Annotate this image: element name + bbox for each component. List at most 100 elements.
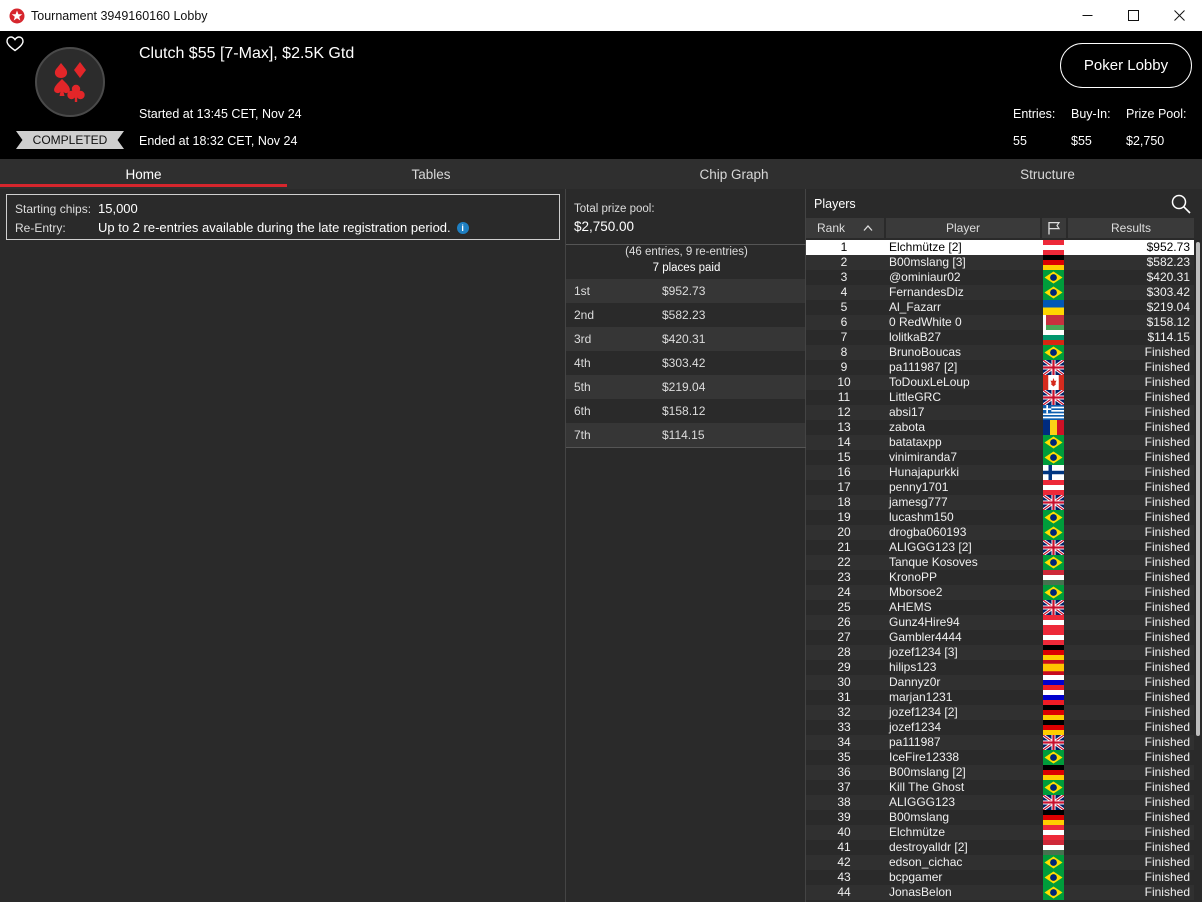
player-result: Finished <box>1144 735 1190 749</box>
scrollbar-thumb[interactable] <box>1196 242 1200 736</box>
player-name: lolitkaB27 <box>889 330 942 344</box>
player-row[interactable]: 21 ALIGGG123 [2] Finished <box>806 540 1194 555</box>
player-row[interactable]: 20 drogba060193 Finished <box>806 525 1194 540</box>
player-row[interactable]: 19 lucashm150 Finished <box>806 510 1194 525</box>
player-row[interactable]: 39 B00mslang Finished <box>806 810 1194 825</box>
player-row[interactable]: 28 jozef1234 [3] Finished <box>806 645 1194 660</box>
player-rank: 12 <box>837 405 851 419</box>
player-column-header[interactable]: Player <box>886 218 1040 238</box>
tab-home[interactable]: Home <box>0 159 287 189</box>
player-name: penny1701 <box>889 480 949 494</box>
tab-tables[interactable]: Tables <box>287 159 575 189</box>
player-row[interactable]: 12 absi17 Finished <box>806 405 1194 420</box>
players-list: 1 Elchmütze [2] $952.73 2 B00mslang [3] $582.… <box>806 240 1194 902</box>
player-name: Gambler4444 <box>889 630 962 644</box>
window-title: Tournament 3949160160 Lobby <box>31 8 208 23</box>
maximize-button[interactable] <box>1110 0 1156 31</box>
uk-flag-icon <box>1043 540 1064 555</box>
payout-place: 1st <box>574 284 591 298</box>
brazil-flag-icon <box>1043 855 1064 870</box>
player-row[interactable]: 27 Gambler4444 Finished <box>806 630 1194 645</box>
player-result: Finished <box>1144 570 1190 584</box>
player-row[interactable]: 42 edson_cichac Finished <box>806 855 1194 870</box>
player-row[interactable]: 6 0 RedWhite 0 $158.12 <box>806 315 1194 330</box>
player-row[interactable]: 38 ALIGGG123 Finished <box>806 795 1194 810</box>
payout-row: 5th $219.04 <box>566 375 805 399</box>
brazil-flag-icon <box>1043 750 1064 765</box>
player-row[interactable]: 8 BrunoBoucas Finished <box>806 345 1194 360</box>
player-rank: 35 <box>837 750 851 764</box>
brazil-flag-icon <box>1043 870 1064 885</box>
payout-row: 4th $303.42 <box>566 351 805 375</box>
player-row[interactable]: 29 hilips123 Finished <box>806 660 1194 675</box>
player-row[interactable]: 37 Kill The Ghost Finished <box>806 780 1194 795</box>
player-name: Tanque Kosoves <box>889 555 978 569</box>
player-row[interactable]: 25 AHEMS Finished <box>806 600 1194 615</box>
player-result: Finished <box>1144 810 1190 824</box>
player-result: Finished <box>1144 450 1190 464</box>
player-row[interactable]: 34 pa111987 Finished <box>806 735 1194 750</box>
player-row[interactable]: 11 LittleGRC Finished <box>806 390 1194 405</box>
austria-flag-icon <box>1043 240 1064 255</box>
payout-amount: $114.15 <box>662 428 705 442</box>
player-rank: 19 <box>837 510 851 524</box>
minimize-button[interactable] <box>1064 0 1110 31</box>
player-row[interactable]: 43 bcpgamer Finished <box>806 870 1194 885</box>
player-row[interactable]: 36 B00mslang [2] Finished <box>806 765 1194 780</box>
player-row[interactable]: 18 jamesg777 Finished <box>806 495 1194 510</box>
player-row[interactable]: 26 Gunz4Hire94 Finished <box>806 615 1194 630</box>
player-row[interactable]: 17 penny1701 Finished <box>806 480 1194 495</box>
player-rank: 44 <box>837 885 851 899</box>
player-row[interactable]: 7 lolitkaB27 $114.15 <box>806 330 1194 345</box>
player-row[interactable]: 41 destroyalldr [2] Finished <box>806 840 1194 855</box>
player-rank: 6 <box>840 315 848 329</box>
poker-lobby-button[interactable]: Poker Lobby <box>1060 43 1192 88</box>
close-button[interactable] <box>1156 0 1202 31</box>
brazil-flag-icon <box>1043 885 1064 900</box>
player-row[interactable]: 24 Mborsoe2 Finished <box>806 585 1194 600</box>
player-row[interactable]: 9 pa111987 [2] Finished <box>806 360 1194 375</box>
player-row[interactable]: 4 FernandesDiz $303.42 <box>806 285 1194 300</box>
player-rank: 16 <box>837 465 851 479</box>
player-rank: 24 <box>837 585 851 599</box>
player-row[interactable]: 44 JonasBelon Finished <box>806 885 1194 900</box>
player-row[interactable]: 35 IceFire12338 Finished <box>806 750 1194 765</box>
tab-bar: Home Tables Chip Graph Structure <box>0 159 1202 189</box>
payout-row: 2nd $582.23 <box>566 303 805 327</box>
sort-up-icon <box>863 225 873 231</box>
payout-place: 3rd <box>574 332 592 346</box>
end-time: Ended at 18:32 CET, Nov 24 <box>139 134 298 148</box>
player-row[interactable]: 40 Elchmütze Finished <box>806 825 1194 840</box>
player-row[interactable]: 23 KronoPP Finished <box>806 570 1194 585</box>
heart-icon[interactable] <box>6 36 24 52</box>
tab-chip-graph[interactable]: Chip Graph <box>575 159 893 189</box>
player-row[interactable]: 30 Dannyz0r Finished <box>806 675 1194 690</box>
player-row[interactable]: 2 B00mslang [3] $582.23 <box>806 255 1194 270</box>
rank-column-header[interactable]: Rank <box>806 218 884 238</box>
player-name: 0 RedWhite 0 <box>889 315 962 329</box>
player-rank: 43 <box>837 870 851 884</box>
player-row[interactable]: 5 Al_Fazarr $219.04 <box>806 300 1194 315</box>
player-row[interactable]: 10 ToDouxLeLoup Finished <box>806 375 1194 390</box>
flag-column-header[interactable] <box>1042 218 1066 238</box>
player-row[interactable]: 32 jozef1234 [2] Finished <box>806 705 1194 720</box>
close-icon <box>1173 10 1185 21</box>
player-row[interactable]: 31 marjan1231 Finished <box>806 690 1194 705</box>
player-row[interactable]: 3 @ominiaur02 $420.31 <box>806 270 1194 285</box>
player-row[interactable]: 22 Tanque Kosoves Finished <box>806 555 1194 570</box>
player-rank: 21 <box>837 540 851 554</box>
player-row[interactable]: 14 batataxpp Finished <box>806 435 1194 450</box>
player-name: BrunoBoucas <box>889 345 962 359</box>
player-result: Finished <box>1144 495 1190 509</box>
player-row[interactable]: 16 Hunajapurkki Finished <box>806 465 1194 480</box>
players-scrollbar[interactable] <box>1195 240 1202 902</box>
player-row[interactable]: 1 Elchmütze [2] $952.73 <box>806 240 1194 255</box>
player-row[interactable]: 15 vinimiranda7 Finished <box>806 450 1194 465</box>
player-row[interactable]: 33 jozef1234 Finished <box>806 720 1194 735</box>
search-icon[interactable] <box>1170 193 1192 215</box>
player-row[interactable]: 13 zabota Finished <box>806 420 1194 435</box>
tab-structure[interactable]: Structure <box>893 159 1202 189</box>
player-rank: 31 <box>837 690 851 704</box>
results-column-header[interactable]: Results <box>1068 218 1194 238</box>
info-icon[interactable]: i <box>456 222 469 234</box>
